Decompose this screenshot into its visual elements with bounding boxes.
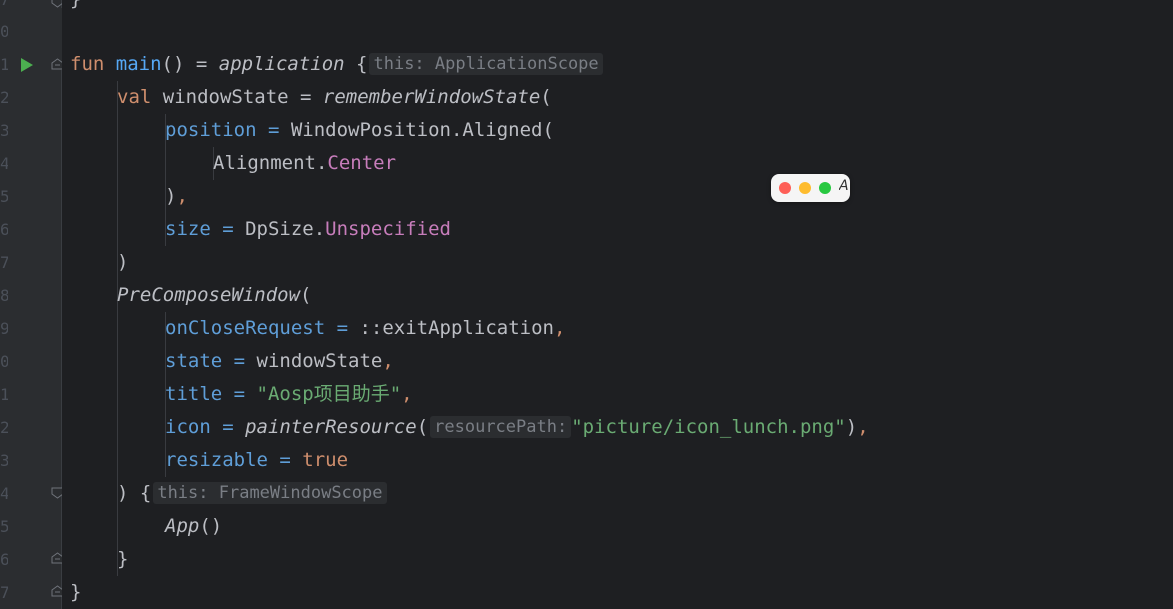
- floating-window-controls[interactable]: A: [771, 174, 850, 202]
- operator: =: [210, 218, 246, 240]
- inlay-hint: this: ApplicationScope: [369, 53, 603, 75]
- keyword: val: [117, 86, 152, 108]
- string-literal: "Aosp项目助手": [256, 383, 402, 405]
- named-argument: state: [165, 350, 223, 372]
- operator: =: [222, 350, 257, 372]
- code-line: resizable = true: [165, 444, 348, 477]
- line-number: 4: [0, 154, 8, 173]
- line-number: 0: [0, 22, 8, 41]
- operator: =: [222, 383, 257, 405]
- line-number: 0: [0, 352, 8, 371]
- comma: ,: [176, 185, 188, 207]
- code-editor[interactable]: } fun main() = application {this: Applic…: [62, 0, 1173, 609]
- line-number: 6: [0, 220, 8, 239]
- keyword: true: [302, 449, 349, 471]
- class-reference: DpSize.: [245, 218, 326, 240]
- line-number: 2: [0, 88, 8, 107]
- code-line: Alignment.Center: [213, 147, 396, 180]
- window-title-fragment: A: [839, 178, 849, 194]
- punctuation: (): [199, 515, 223, 537]
- code-line: }: [70, 0, 81, 16]
- punctuation: () =: [161, 53, 219, 75]
- comma: ,: [382, 350, 394, 372]
- function-call: PreComposeWindow: [117, 284, 301, 306]
- maximize-button[interactable]: [819, 182, 831, 194]
- operator: =: [325, 317, 360, 339]
- code-line: ): [117, 246, 128, 279]
- brace: }: [70, 581, 82, 603]
- code-line: size = DpSize.Unspecified: [165, 213, 451, 246]
- editor-gutter: 7 0 1 2 3 4 5 6 7 8 9 0 1 2 3 4 5 6 7: [0, 0, 64, 609]
- line-number: 2: [0, 418, 8, 437]
- line-number: 7: [0, 583, 8, 602]
- string-literal: "picture/icon_lunch.png": [571, 416, 846, 438]
- punctuation: ): [845, 416, 858, 438]
- function-call: rememberWindowState: [322, 86, 541, 108]
- named-argument: position: [165, 119, 257, 141]
- named-argument: title: [165, 383, 223, 405]
- line-number: 9: [0, 319, 8, 338]
- code-line: icon = painterResource(resourcePath: "pic…: [165, 411, 869, 444]
- comma: ,: [553, 317, 566, 339]
- close-button[interactable]: [779, 182, 791, 194]
- line-number: 3: [0, 451, 8, 470]
- function-name: main: [115, 53, 162, 75]
- enum-constant: Unspecified: [325, 218, 452, 240]
- punctuation: ): [117, 251, 129, 273]
- named-argument: size: [165, 218, 211, 240]
- operator: =: [210, 416, 246, 438]
- punctuation: (: [416, 416, 429, 438]
- code-line: title = "Aosp项目助手",: [165, 378, 413, 411]
- code-line: }: [117, 543, 128, 576]
- code-line: onCloseRequest = ::exitApplication,: [165, 312, 565, 345]
- code-line: ) {this: FrameWindowScope: [117, 477, 387, 510]
- identifier: windowState =: [151, 86, 323, 108]
- operator: =: [267, 449, 303, 471]
- comma: ,: [857, 416, 869, 438]
- function-call: App: [165, 515, 200, 537]
- line-number: 4: [0, 484, 8, 503]
- line-number: 1: [0, 55, 8, 74]
- inlay-hint: this: FrameWindowScope: [153, 482, 387, 504]
- line-number: 3: [0, 121, 8, 140]
- code-line: ),: [165, 180, 188, 213]
- brace: {: [344, 53, 368, 75]
- code-line: App(): [165, 510, 222, 543]
- code-line: state = windowState,: [165, 345, 394, 378]
- inlay-hint: resourcePath:: [430, 416, 572, 438]
- line-number: 7: [0, 0, 8, 16]
- keyword: fun: [70, 53, 105, 75]
- code-line: fun main() = application {this: Applicat…: [70, 48, 603, 81]
- punctuation: (: [300, 284, 312, 306]
- punctuation: ): [165, 185, 177, 207]
- line-number: 8: [0, 286, 8, 305]
- brace: }: [117, 548, 129, 570]
- class-reference: WindowPosition.Aligned(: [290, 119, 554, 141]
- named-argument: icon: [165, 416, 211, 438]
- punctuation: (: [540, 86, 552, 108]
- punctuation: ) {: [117, 482, 152, 504]
- identifier: windowState: [256, 350, 383, 372]
- function-call: painterResource: [245, 416, 417, 438]
- line-number: 7: [0, 253, 8, 272]
- run-icon[interactable]: [20, 57, 34, 73]
- comma: ,: [401, 383, 413, 405]
- class-reference: Alignment.: [213, 152, 328, 174]
- function-call: application: [218, 53, 345, 75]
- named-argument: resizable: [165, 449, 268, 471]
- named-argument: onCloseRequest: [165, 317, 326, 339]
- minimize-button[interactable]: [799, 182, 811, 194]
- line-number: 1: [0, 385, 8, 404]
- code-line: position = WindowPosition.Aligned(: [165, 114, 554, 147]
- code-line: }: [70, 576, 81, 609]
- function-reference: ::exitApplication: [359, 317, 554, 339]
- brace: }: [70, 0, 81, 10]
- code-line: PreComposeWindow(: [117, 279, 311, 312]
- operator: =: [256, 119, 291, 141]
- code-line: val windowState = rememberWindowState(: [117, 81, 552, 114]
- line-number: 6: [0, 550, 8, 569]
- line-number: 5: [0, 187, 8, 206]
- enum-constant: Center: [327, 152, 397, 174]
- line-number: 5: [0, 517, 8, 536]
